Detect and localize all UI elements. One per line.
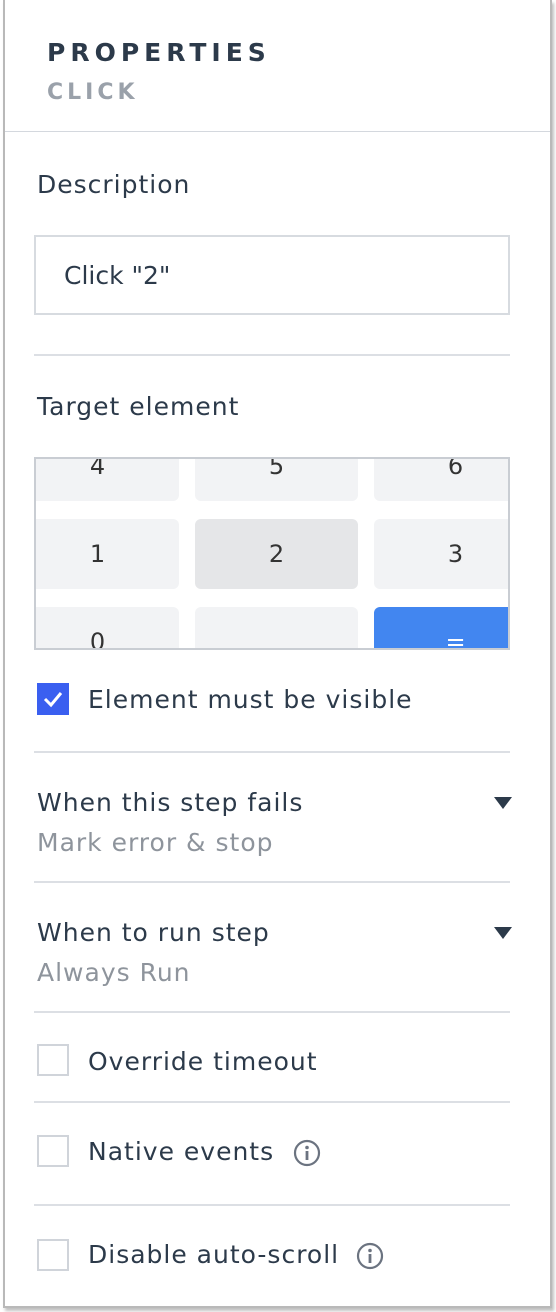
target-element-label: Target element bbox=[37, 392, 240, 421]
native-events-label: Native events bbox=[88, 1137, 275, 1166]
disable-autoscroll-row: Disable auto-scroll bbox=[88, 1240, 384, 1270]
divider bbox=[34, 751, 510, 753]
divider bbox=[34, 1204, 510, 1206]
on-fail-label: When this step fails bbox=[37, 788, 304, 817]
info-icon[interactable] bbox=[356, 1242, 384, 1270]
calc-key-equals: = bbox=[374, 607, 508, 648]
divider bbox=[34, 1101, 510, 1103]
calc-key: 6 bbox=[374, 459, 508, 501]
panel-subtitle: CLICK bbox=[47, 80, 139, 105]
run-when-label: When to run step bbox=[37, 918, 270, 947]
element-visible-checkbox[interactable] bbox=[37, 683, 69, 715]
calc-key: 1 bbox=[36, 519, 179, 589]
checkmark-icon bbox=[43, 692, 63, 708]
native-events-checkbox[interactable] bbox=[37, 1135, 69, 1167]
panel-header: PROPERTIES CLICK bbox=[5, 0, 550, 132]
override-timeout-label: Override timeout bbox=[88, 1047, 318, 1076]
calc-key: 5 bbox=[195, 459, 358, 501]
disable-autoscroll-label: Disable auto-scroll bbox=[88, 1240, 340, 1269]
calc-key-highlighted: 2 bbox=[195, 519, 358, 589]
on-fail-value: Mark error & stop bbox=[37, 828, 274, 857]
info-icon[interactable] bbox=[293, 1139, 321, 1167]
target-element-preview[interactable]: 4 5 6 1 2 3 0 = bbox=[34, 457, 510, 650]
calc-key: 4 bbox=[36, 459, 179, 501]
override-timeout-checkbox[interactable] bbox=[37, 1044, 69, 1076]
calc-key: 3 bbox=[374, 519, 508, 589]
calc-key: 0 bbox=[36, 607, 179, 648]
caret-down-icon[interactable] bbox=[494, 927, 512, 939]
run-when-value: Always Run bbox=[37, 958, 191, 987]
disable-autoscroll-checkbox[interactable] bbox=[37, 1239, 69, 1271]
panel-title: PROPERTIES bbox=[47, 38, 271, 67]
calc-key bbox=[195, 607, 358, 648]
element-visible-label: Element must be visible bbox=[88, 685, 413, 714]
divider bbox=[34, 354, 510, 356]
caret-down-icon[interactable] bbox=[494, 797, 512, 809]
native-events-row: Native events bbox=[88, 1137, 321, 1167]
description-input[interactable] bbox=[34, 235, 510, 315]
description-label: Description bbox=[37, 170, 191, 199]
divider bbox=[34, 1011, 510, 1013]
divider bbox=[34, 881, 510, 883]
